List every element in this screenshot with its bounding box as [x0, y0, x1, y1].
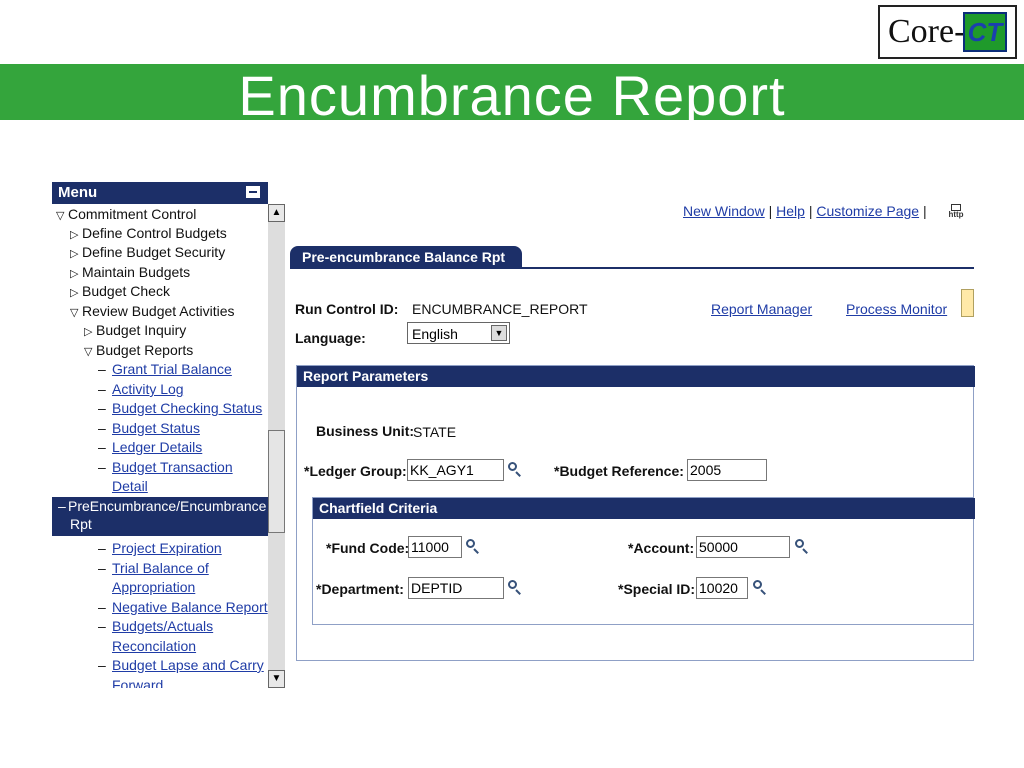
- customize-page-link[interactable]: Customize Page: [816, 203, 919, 219]
- account-label: *Account:: [628, 540, 695, 556]
- menu-item-define-control-budgets[interactable]: ▷ Define Control Budgets: [70, 224, 227, 244]
- triangle-right-icon: ▷: [70, 287, 79, 299]
- triangle-down-icon: ▽: [70, 307, 79, 319]
- budget-reference-input[interactable]: 2005: [687, 459, 767, 481]
- run-button-icon[interactable]: [961, 289, 974, 317]
- tab-pre-encumbrance-balance-rpt[interactable]: Pre-encumbrance Balance Rpt: [290, 246, 522, 268]
- navigation-menu: Menu ▽ Commitment Control ▷ Define Control…: [52, 182, 285, 688]
- menu-item-commitment-control[interactable]: ▽ Commitment Control: [56, 205, 196, 225]
- menu-item-budget-transaction-detail[interactable]: – Budget Transaction: [98, 458, 233, 476]
- menu-item-budgets-actuals-reconcilation[interactable]: – Budgets/Actuals: [98, 617, 213, 635]
- menu-item-budget-check[interactable]: ▷ Budget Check: [70, 282, 170, 302]
- help-link[interactable]: Help: [776, 203, 805, 219]
- menu-tree: ▽ Commitment Control ▷ Define Control Budg…: [52, 204, 268, 688]
- ledger-group-lookup-icon[interactable]: [507, 461, 523, 477]
- menu-item-ledger-details[interactable]: – Ledger Details: [98, 438, 202, 456]
- tab-underline: [290, 267, 974, 269]
- page-top-links: New Window | Help | Customize Page |: [683, 203, 927, 219]
- chartfield-criteria-panel: Chartfield Criteria: [312, 497, 975, 625]
- language-select[interactable]: English ▼: [407, 322, 510, 344]
- menu-item-maintain-budgets[interactable]: ▷ Maintain Budgets: [70, 263, 190, 283]
- menu-item-budget-lapse-and-carry-forward-cont[interactable]: Forward: [112, 676, 163, 688]
- menu-title: Menu: [58, 184, 98, 201]
- page-title: Encumbrance Report: [238, 64, 786, 127]
- run-control-id-label: Run Control ID:: [295, 301, 399, 317]
- fund-code-label: *Fund Code:: [326, 540, 410, 556]
- business-unit-value: STATE: [413, 424, 457, 440]
- logo-ct-text: CT: [967, 17, 1003, 47]
- menu-item-negative-balance-report[interactable]: – Negative Balance Report: [98, 598, 268, 616]
- menu-item-trial-balance-of-appropriation-cont[interactable]: Appropriation: [112, 578, 195, 596]
- triangle-down-icon: ▽: [56, 210, 65, 222]
- menu-header: Menu: [52, 182, 268, 204]
- scroll-thumb[interactable]: [268, 430, 285, 533]
- menu-item-budget-lapse-and-carry-forward[interactable]: – Budget Lapse and Carry: [98, 656, 264, 674]
- ledger-group-label: *Ledger Group:: [304, 463, 407, 479]
- menu-item-project-expiration[interactable]: – Project Expiration: [98, 539, 222, 557]
- core-ct-logo: Core- CT: [878, 5, 1017, 59]
- language-select-value: English: [412, 326, 458, 342]
- menu-item-budget-transaction-detail-cont[interactable]: Detail: [112, 477, 148, 495]
- menu-item-budget-inquiry[interactable]: ▷ Budget Inquiry: [84, 321, 186, 341]
- menu-item-preencumbrance-rpt-selected[interactable]: – PreEncumbrance/Encumbrance Rpt: [52, 497, 268, 536]
- logo-ct-badge: CT: [963, 12, 1007, 52]
- report-parameters-header: Report Parameters: [297, 366, 975, 387]
- scroll-down-arrow-icon[interactable]: ▼: [268, 670, 285, 688]
- scroll-up-arrow-icon[interactable]: ▲: [268, 204, 285, 222]
- ledger-group-input[interactable]: KK_AGY1: [407, 459, 504, 481]
- triangle-right-icon: ▷: [84, 326, 93, 338]
- triangle-right-icon: ▷: [70, 268, 79, 280]
- dropdown-arrow-icon[interactable]: ▼: [491, 325, 507, 341]
- special-id-label: *Special ID:: [618, 581, 696, 597]
- process-monitor-link[interactable]: Process Monitor: [846, 301, 947, 317]
- menu-scrollbar[interactable]: ▲ ▼: [268, 204, 285, 688]
- special-id-input[interactable]: 10020: [696, 577, 748, 599]
- triangle-right-icon: ▷: [70, 229, 79, 241]
- run-control-id-value: ENCUMBRANCE_REPORT: [412, 301, 588, 317]
- logo-text: Core-: [888, 13, 966, 50]
- account-lookup-icon[interactable]: [794, 538, 810, 554]
- language-label: Language:: [295, 330, 366, 346]
- chartfield-criteria-header: Chartfield Criteria: [313, 498, 975, 519]
- menu-item-activity-log[interactable]: – Activity Log: [98, 380, 184, 398]
- fund-code-lookup-icon[interactable]: [465, 538, 481, 554]
- fund-code-input[interactable]: 11000: [408, 536, 462, 558]
- business-unit-label: Business Unit:: [316, 423, 415, 439]
- special-id-lookup-icon[interactable]: [752, 579, 768, 595]
- triangle-down-icon: ▽: [84, 346, 93, 358]
- department-input[interactable]: DEPTID: [408, 577, 504, 599]
- budget-reference-label: *Budget Reference:: [554, 463, 684, 479]
- department-lookup-icon[interactable]: [507, 579, 523, 595]
- menu-item-budget-reports[interactable]: ▽ Budget Reports: [84, 341, 193, 361]
- http-link-icon[interactable]: http: [946, 204, 966, 220]
- menu-item-define-budget-security[interactable]: ▷ Define Budget Security: [70, 243, 225, 263]
- menu-item-grant-trial-balance[interactable]: – Grant Trial Balance: [98, 360, 232, 378]
- menu-item-budget-checking-status[interactable]: – Budget Checking Status: [98, 399, 262, 417]
- menu-item-budgets-actuals-reconcilation-cont[interactable]: Reconcilation: [112, 637, 196, 655]
- menu-item-trial-balance-of-appropriation[interactable]: – Trial Balance of: [98, 559, 209, 577]
- account-input[interactable]: 50000: [696, 536, 790, 558]
- new-window-link[interactable]: New Window: [683, 203, 765, 219]
- triangle-right-icon: ▷: [70, 248, 79, 260]
- menu-item-review-budget-activities[interactable]: ▽ Review Budget Activities: [70, 302, 235, 322]
- menu-item-budget-status[interactable]: – Budget Status: [98, 419, 200, 437]
- department-label: *Department:: [316, 581, 404, 597]
- report-manager-link[interactable]: Report Manager: [711, 301, 812, 317]
- collapse-icon[interactable]: [246, 186, 260, 198]
